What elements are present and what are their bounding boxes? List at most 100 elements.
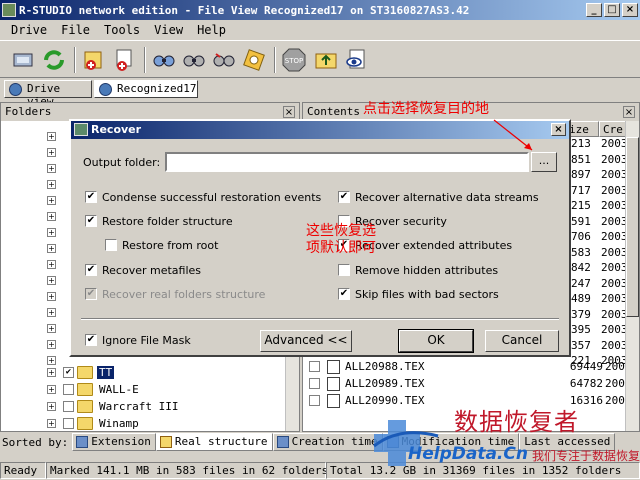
checkbox-label: Condense successful restoration events bbox=[102, 191, 322, 204]
up-folder-icon[interactable] bbox=[312, 46, 340, 74]
recover-icon bbox=[74, 123, 88, 136]
find-next-icon[interactable] bbox=[210, 46, 238, 74]
created-cell: 2003 bbox=[601, 137, 628, 150]
advanced-button[interactable]: Advanced << bbox=[260, 330, 352, 352]
sort-tab-creation-time[interactable]: Creation time bbox=[272, 433, 383, 451]
menu-drive[interactable]: Drive bbox=[4, 23, 54, 37]
view-tabs: Drive view Recognized17 bbox=[0, 79, 640, 108]
size-cell: 717 bbox=[571, 183, 591, 197]
close-icon[interactable]: × bbox=[623, 106, 635, 118]
stop-icon[interactable]: STOP bbox=[280, 46, 308, 74]
size-cell: 851 bbox=[571, 152, 591, 166]
expand-icon[interactable]: + bbox=[47, 402, 56, 411]
checkbox-box[interactable] bbox=[338, 264, 350, 276]
checkbox-label: Ignore File Mask bbox=[102, 334, 191, 347]
watermark-tagline: 我们专注于数据恢复 bbox=[532, 449, 640, 463]
size-cell: 583 bbox=[571, 245, 591, 259]
maximize-button[interactable]: □ bbox=[604, 3, 620, 17]
menu-file[interactable]: File bbox=[54, 23, 97, 37]
checkbox-box[interactable]: ✔ bbox=[338, 288, 350, 300]
size-cell: 215 bbox=[571, 199, 591, 212]
annotation-arrow-icon bbox=[493, 119, 533, 151]
contents-scrollbar[interactable] bbox=[625, 121, 639, 431]
file-checkbox[interactable] bbox=[309, 395, 320, 406]
tex-file-icon bbox=[327, 360, 340, 374]
expand-icon[interactable]: + bbox=[47, 419, 56, 428]
mark-icon[interactable] bbox=[240, 46, 268, 74]
dialog-close-button[interactable]: × bbox=[551, 123, 566, 136]
menu-bar: Drive File Tools View Help bbox=[0, 20, 640, 40]
ok-button[interactable]: OK bbox=[398, 329, 474, 353]
open-file-icon[interactable] bbox=[80, 46, 108, 74]
folder-icon bbox=[77, 417, 93, 430]
folder-checkbox[interactable] bbox=[63, 401, 74, 412]
checkbox-box[interactable]: ✔ bbox=[85, 334, 97, 346]
file-checkbox[interactable] bbox=[309, 378, 320, 389]
folder-checkbox[interactable] bbox=[63, 418, 74, 429]
sort-tab-extension[interactable]: Extension bbox=[72, 433, 156, 451]
size-cell: 842 bbox=[571, 261, 591, 274]
refresh-icon[interactable] bbox=[40, 46, 68, 74]
folder-label[interactable]: WALL-E bbox=[97, 383, 141, 396]
add-file-icon[interactable] bbox=[110, 46, 138, 74]
created-cell: 2003 bbox=[601, 307, 628, 321]
checkbox-label: Restore folder structure bbox=[102, 215, 233, 228]
size-cell: 379 bbox=[571, 307, 591, 321]
checkbox-label: Remove hidden attributes bbox=[355, 264, 499, 277]
size-cell: 395 bbox=[571, 323, 591, 336]
tree-row-warcraft[interactable]: + Warcraft III bbox=[1, 399, 285, 415]
close-button[interactable]: × bbox=[622, 3, 638, 17]
checkbox-box[interactable]: ✔ bbox=[338, 191, 350, 203]
dialog-divider bbox=[81, 318, 559, 320]
checkbox-box[interactable]: ✔ bbox=[85, 215, 97, 227]
file-row[interactable]: ALL20988.TEX 69449 2003 bbox=[303, 359, 632, 375]
column-created[interactable]: Cre bbox=[599, 121, 627, 137]
folder-checkbox[interactable] bbox=[63, 384, 74, 395]
output-folder-label: Output folder: bbox=[83, 156, 161, 169]
folder-label[interactable]: Warcraft III bbox=[97, 400, 180, 413]
preview-icon[interactable] bbox=[342, 46, 370, 74]
cancel-button[interactable]: Cancel bbox=[485, 330, 559, 352]
checkbox-label: Recover metafiles bbox=[102, 264, 202, 277]
created-cell: 2003 bbox=[601, 214, 628, 228]
window-titlebar: R-STUDIO network edition - File View Rec… bbox=[0, 0, 640, 20]
connect-icon[interactable] bbox=[10, 46, 38, 74]
clock-icon bbox=[276, 436, 289, 448]
created-cell: 2003 bbox=[601, 261, 628, 274]
file-checkbox[interactable] bbox=[309, 361, 320, 372]
output-folder-input[interactable] bbox=[165, 152, 529, 172]
tree-row-tt[interactable]: + ✔ TT bbox=[1, 365, 285, 381]
tree-row-wall-e[interactable]: + WALL-E bbox=[1, 382, 285, 398]
tree-row-winamp[interactable]: + Winamp bbox=[1, 416, 285, 432]
folder-checkbox[interactable]: ✔ bbox=[63, 367, 74, 378]
menu-help[interactable]: Help bbox=[190, 23, 233, 37]
sort-label: Sorted by: bbox=[2, 435, 69, 449]
sort-tab-real-structure[interactable]: Real structure bbox=[155, 433, 273, 451]
tab-drive-view[interactable]: Drive view bbox=[4, 80, 92, 108]
minimize-button[interactable]: _ bbox=[586, 3, 602, 17]
expand-icon[interactable]: + bbox=[47, 368, 56, 377]
window-title: R-STUDIO network edition - File View Rec… bbox=[19, 3, 470, 17]
status-marked: Marked 141.1 MB in 583 files in 62 folde… bbox=[46, 462, 328, 479]
expand-icon[interactable]: + bbox=[47, 385, 56, 394]
menu-view[interactable]: View bbox=[147, 23, 190, 37]
folder-icon bbox=[159, 436, 172, 448]
folder-icon bbox=[77, 400, 93, 413]
folder-label[interactable]: TT bbox=[97, 366, 115, 379]
menu-tools[interactable]: Tools bbox=[97, 23, 147, 37]
folder-label[interactable]: Winamp bbox=[97, 417, 141, 430]
file-row[interactable]: ALL20989.TEX 64782 2003 bbox=[303, 376, 632, 392]
file-name: ALL20989.TEX bbox=[345, 377, 425, 390]
app-icon bbox=[2, 3, 16, 17]
close-icon[interactable]: × bbox=[283, 106, 295, 118]
scan-icon[interactable] bbox=[150, 46, 178, 74]
folders-panel-title: Folders bbox=[5, 105, 52, 118]
svg-text:STOP: STOP bbox=[285, 57, 303, 65]
checkbox-box[interactable]: ✔ bbox=[85, 264, 97, 276]
find-icon[interactable] bbox=[180, 46, 208, 74]
file-name: ALL20988.TEX bbox=[345, 360, 425, 373]
tex-file-icon bbox=[327, 394, 340, 408]
checkbox-box[interactable] bbox=[105, 239, 117, 251]
tab-recognized17[interactable]: Recognized17 bbox=[94, 80, 198, 98]
checkbox-box[interactable]: ✔ bbox=[85, 191, 97, 203]
